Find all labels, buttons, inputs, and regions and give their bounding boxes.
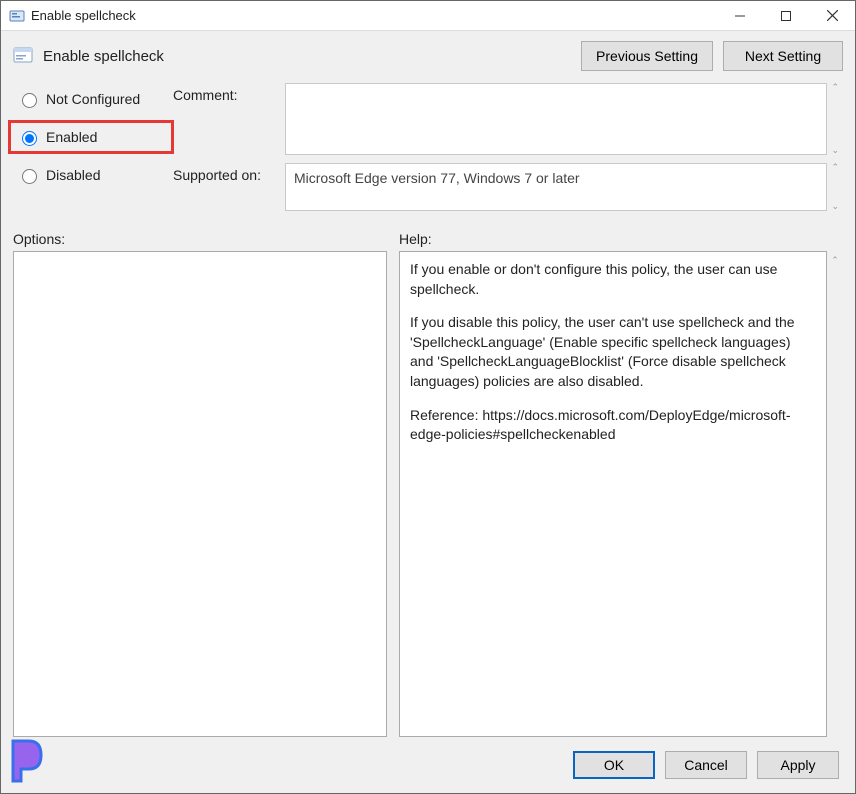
titlebar: Enable spellcheck [1,1,855,31]
help-paragraph-2: If you disable this policy, the user can… [410,313,816,391]
radio-disabled-label: Disabled [46,167,100,183]
help-scroll[interactable]: ⌃ [827,251,843,737]
gpo-policy-dialog: Enable spellcheck Enable spellcheck Prev… [0,0,856,794]
state-radio-group: Not Configured Enabled Disabled [13,83,169,211]
window-title: Enable spellcheck [31,8,136,23]
ok-button[interactable]: OK [573,751,655,779]
radio-enabled[interactable]: Enabled [13,125,169,149]
radio-enabled-input[interactable] [22,131,37,146]
comment-textarea[interactable] [285,83,827,155]
options-label: Options: [13,231,387,247]
apply-button[interactable]: Apply [757,751,839,779]
minimize-button[interactable] [717,1,763,31]
help-panel-wrap: If you enable or don't configure this po… [399,251,843,737]
supported-on-wrap: Microsoft Edge version 77, Windows 7 or … [285,163,843,211]
help-label: Help: [399,231,843,247]
supported-on-value: Microsoft Edge version 77, Windows 7 or … [285,163,827,211]
policy-title: Enable spellcheck [43,48,164,65]
header-row: Enable spellcheck Previous Setting Next … [1,31,855,77]
cancel-button[interactable]: Cancel [665,751,747,779]
config-area: Not Configured Enabled Disabled Comment:… [1,77,855,215]
radio-disabled[interactable]: Disabled [13,163,169,187]
lower-labels: Options: Help: [1,215,855,251]
help-paragraph-3: Reference: https://docs.microsoft.com/De… [410,406,816,445]
comment-scroll[interactable]: ⌃⌄ [827,83,843,155]
app-icon [9,8,25,24]
close-button[interactable] [809,1,855,31]
radio-enabled-label: Enabled [46,129,97,145]
comment-field-wrap: ⌃⌄ [285,83,843,155]
help-paragraph-1: If you enable or don't configure this po… [410,260,816,299]
radio-not-configured[interactable]: Not Configured [13,87,169,111]
lower-panels: If you enable or don't configure this po… [1,251,855,737]
maximize-button[interactable] [763,1,809,31]
options-panel [13,251,387,737]
next-setting-button[interactable]: Next Setting [723,41,843,71]
comment-label: Comment: [173,83,281,155]
policy-icon [13,46,33,66]
radio-not-configured-input[interactable] [22,93,37,108]
help-panel[interactable]: If you enable or don't configure this po… [399,251,827,737]
dialog-button-row: OK Cancel Apply [1,737,855,793]
supported-on-label: Supported on: [173,163,281,211]
radio-disabled-input[interactable] [22,169,37,184]
previous-setting-button[interactable]: Previous Setting [581,41,713,71]
supported-scroll[interactable]: ⌃⌄ [827,163,843,211]
radio-not-configured-label: Not Configured [46,91,140,107]
